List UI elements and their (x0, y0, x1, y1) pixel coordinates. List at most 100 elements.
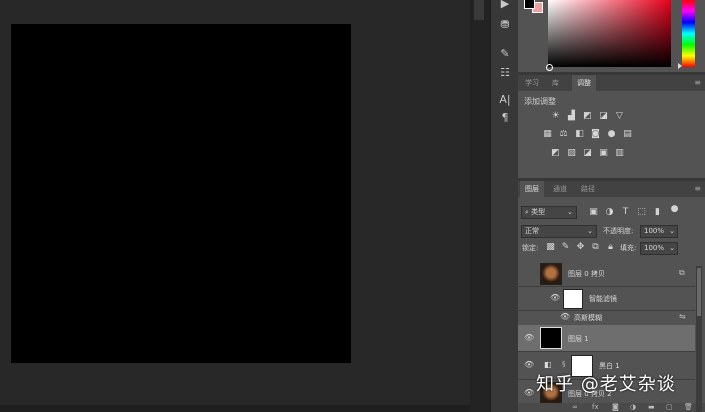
canvas-scrollbar[interactable] (470, 0, 490, 412)
hue-sat-icon[interactable]: ▦ (542, 129, 553, 140)
layers-scrollbar-thumb[interactable] (697, 268, 701, 316)
layer-name: 智能滤镜 (589, 295, 617, 303)
lock-transparency-icon[interactable]: ▩ (545, 242, 556, 253)
layer-filter-select[interactable]: ⌕ 类型 ⌄ (521, 206, 577, 219)
eye-icon[interactable]: 👁︎ (550, 293, 560, 303)
smart-object-icon: ⧉ (679, 268, 685, 277)
lock-image-icon[interactable]: ✎ (560, 242, 571, 253)
posterize-icon[interactable]: ▨ (566, 148, 577, 159)
paragraph-icon[interactable]: ¶ (491, 111, 519, 124)
chevron-down-icon: ⌄ (567, 208, 573, 216)
document-canvas[interactable] (11, 24, 351, 363)
lock-all-icon[interactable]: 🔒︎ (605, 242, 616, 253)
fill-value: 100% (644, 244, 665, 252)
layer-row[interactable]: 图层 0 拷贝 ⧉ (518, 260, 695, 287)
adjust-panel-tabbar: 学习 库 调整 ≡ (518, 75, 705, 91)
channel-mixer-icon[interactable]: ● (606, 129, 617, 140)
eye-icon[interactable]: 👁︎ (560, 312, 570, 322)
layers-panel-tabbar: 图层 通道 路径 ≡ (518, 181, 705, 197)
play-icon[interactable]: ▶ (491, 0, 519, 10)
layer-name: 图层 1 (568, 335, 589, 343)
color-lookup-icon[interactable]: ▤ (622, 129, 633, 140)
canvas-scrollbar-thumb[interactable] (474, 0, 484, 20)
fx-icon[interactable]: fx (592, 403, 599, 412)
lock-artboard-icon[interactable]: ⧉ (590, 242, 601, 253)
trash-icon[interactable]: 🗑︎ (684, 403, 693, 412)
filter-options-icon[interactable]: ⇋ (679, 312, 686, 321)
adjustment-filter-icon[interactable]: ◑ (604, 207, 615, 218)
adjustment-layer-icon: ◧ (544, 360, 552, 369)
exposure-icon[interactable]: ◪ (598, 111, 609, 122)
selective-color-icon[interactable]: ▣ (598, 148, 609, 159)
mask-icon[interactable]: ◙ (612, 403, 619, 412)
panel-dock: ▶ ⛃ ✎ ☷ A| ¶ (490, 0, 519, 412)
brightness-icon[interactable]: ☀ (550, 111, 561, 122)
new-adjustment-icon[interactable]: ◑ (630, 403, 636, 412)
opacity-label: 不透明度: (603, 227, 634, 235)
lock-position-icon[interactable]: ✥ (575, 242, 586, 253)
layer-row[interactable]: 👁︎ 图层 1 (518, 325, 695, 352)
layer-thumbnail (563, 289, 583, 309)
fill-field[interactable]: 100% ⌄ (640, 242, 678, 255)
hue-slider[interactable] (682, 0, 695, 67)
lock-label: 锁定: (522, 244, 539, 252)
vibrance-icon[interactable]: ▽ (614, 111, 625, 122)
chevron-down-icon: ⌄ (669, 227, 675, 235)
chain-icon: § (562, 360, 566, 368)
foreground-color-swatch[interactable] (524, 0, 535, 9)
sliders-icon[interactable]: ☷ (491, 66, 519, 79)
tab-learn[interactable]: 学习 (520, 75, 544, 91)
layer-name: 高斯模糊 (574, 314, 602, 322)
type-filter-icon[interactable]: T (620, 207, 631, 218)
shape-filter-icon[interactable]: ⬚ (636, 207, 647, 218)
search-icon: ⌕ (525, 208, 529, 216)
threshold-icon[interactable]: ◪ (582, 148, 593, 159)
tab-layers[interactable]: 图层 (520, 181, 544, 197)
new-layer-icon[interactable]: ▢ (666, 403, 673, 412)
smart-object-filter-icon[interactable]: ▮ (652, 207, 663, 218)
hue-slider-marker[interactable] (678, 63, 682, 69)
layer-row[interactable]: 👁︎ 智能滤镜 (518, 286, 695, 311)
character-icon[interactable]: A| (491, 93, 519, 106)
opacity-value: 100% (644, 227, 665, 235)
chevron-down-icon: ⌄ (669, 244, 675, 252)
levels-icon[interactable]: ▟ (566, 111, 577, 122)
eye-icon[interactable]: 👁︎ (524, 360, 534, 370)
tab-paths[interactable]: 路径 (576, 181, 600, 197)
tab-channels[interactable]: 通道 (548, 181, 572, 197)
curves-icon[interactable]: ◩ (582, 111, 593, 122)
filter-toggle-icon[interactable]: ● (669, 204, 680, 215)
eye-icon[interactable]: 👁︎ (524, 333, 534, 343)
chevron-down-icon: ⌄ (587, 227, 593, 235)
eye-icon[interactable]: 👁︎ (524, 388, 534, 398)
invert-icon[interactable]: ◩ (550, 148, 561, 159)
color-picker-marker[interactable] (546, 64, 553, 71)
layer-filter-value: 类型 (531, 208, 546, 216)
blend-mode-select[interactable]: 正常 ⌄ (521, 225, 597, 238)
watermark: 知乎 @老艾杂谈 (536, 374, 676, 395)
adjust-panel-title: 添加调整 (524, 97, 556, 106)
bw-icon[interactable]: ◧ (574, 129, 585, 140)
layers-bottom-toolbar: ∞ fx ◙ ◑ ▬ ▢ 🗑︎ (518, 403, 705, 412)
layer-name: 图层 0 拷贝 (568, 270, 605, 278)
brush-icon[interactable]: ✎ (491, 47, 519, 60)
layer-row[interactable]: 👁︎ 高斯模糊 ⇋ (518, 310, 695, 326)
layers-comps-icon[interactable]: ⛃ (491, 18, 519, 31)
panel-menu-icon[interactable]: ≡ (694, 78, 701, 87)
color-picker-field[interactable] (548, 0, 671, 67)
link-icon[interactable]: ∞ (572, 403, 578, 412)
photo-filter-icon[interactable]: ◙ (590, 129, 601, 140)
blend-mode-value: 正常 (525, 227, 539, 235)
visibility-toggle[interactable] (525, 268, 533, 276)
canvas-bottom-edge (0, 405, 470, 412)
color-balance-icon[interactable]: ⚖ (558, 129, 569, 140)
fill-label: 填充: (620, 244, 637, 252)
opacity-field[interactable]: 100% ⌄ (640, 225, 678, 238)
layer-thumbnail (540, 327, 562, 349)
tab-adjustments[interactable]: 调整 (572, 75, 596, 91)
gradient-map-icon[interactable]: ▥ (614, 148, 625, 159)
pixel-filter-icon[interactable]: ▣ (588, 207, 599, 218)
tab-libraries[interactable]: 库 (547, 75, 564, 91)
group-icon[interactable]: ▬ (648, 403, 655, 412)
panel-menu-icon[interactable]: ≡ (694, 184, 701, 193)
